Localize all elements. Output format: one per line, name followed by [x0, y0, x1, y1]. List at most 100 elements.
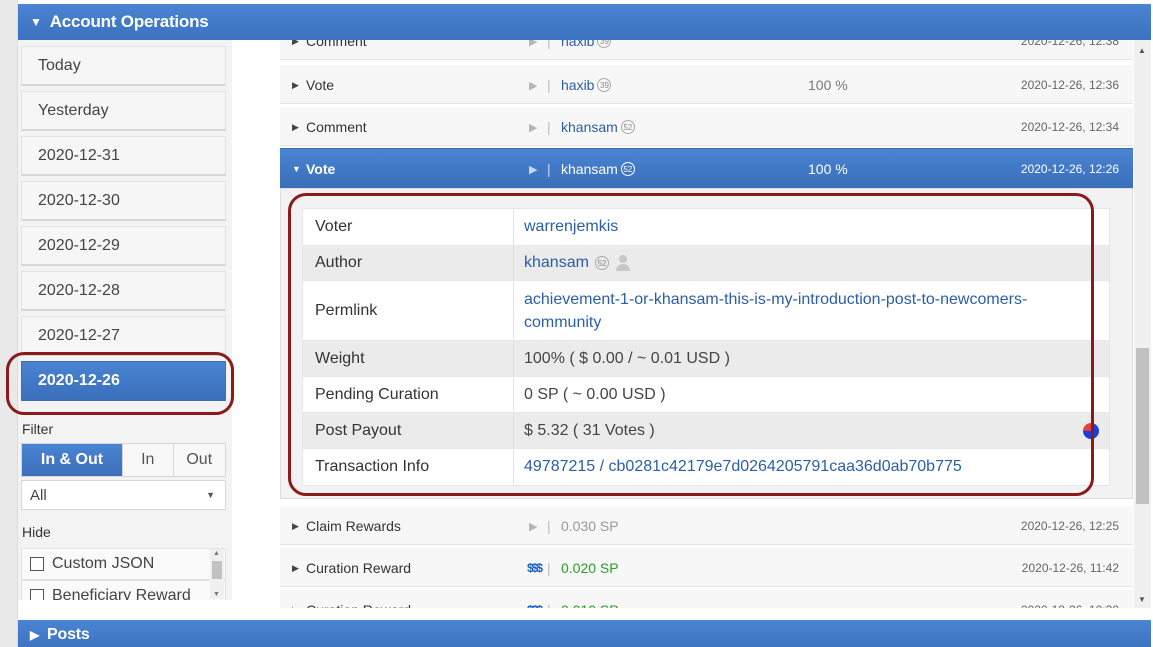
- account-name[interactable]: haxib: [561, 77, 594, 93]
- divider: |: [547, 119, 551, 135]
- hide-item-label: Custom JSON: [52, 555, 155, 572]
- operation-amount: 0.010 SP: [561, 590, 619, 608]
- caret-right-icon: ▶: [292, 121, 299, 132]
- operation-type-select[interactable]: All ▼: [21, 480, 226, 510]
- chevron-down-icon: ▼: [206, 490, 215, 500]
- reputation-badge-icon: 39: [597, 40, 612, 48]
- hide-list-scrollbar[interactable]: ▲ ▼: [210, 549, 224, 599]
- divider: |: [547, 161, 551, 177]
- operation-row[interactable]: ▶ Claim Rewards ▶ | 0.030 SP 2020-12-26,…: [280, 505, 1133, 545]
- caret-right-icon: ▶: [30, 628, 40, 642]
- operation-type: Vote: [306, 161, 336, 177]
- operation-type: Comment: [306, 119, 367, 135]
- posts-header[interactable]: ▶ Posts: [18, 620, 1151, 647]
- page: ▼ Account Operations Today Yesterday 202…: [0, 0, 1153, 647]
- hide-list: Custom JSON Beneficiary Reward: [21, 548, 226, 600]
- operation-time: 2020-12-26, 12:25: [1020, 519, 1119, 533]
- operation-amount: 0.020 SP: [561, 560, 619, 576]
- checkbox[interactable]: [30, 557, 44, 571]
- operation-row-selected[interactable]: ▼ Vote ▶ | khansam 52 100 % 2020-12-26, 1…: [280, 148, 1133, 188]
- account-name[interactable]: khansam: [561, 119, 618, 135]
- divider: |: [547, 518, 551, 534]
- account-name[interactable]: haxib: [561, 40, 594, 49]
- hide-label: Hide: [22, 524, 51, 540]
- filter-in-out-tab[interactable]: In & Out: [22, 444, 123, 476]
- operations-scrollbar[interactable]: ▲ ▼: [1134, 40, 1151, 608]
- filter-out-tab[interactable]: Out: [174, 444, 225, 476]
- date-2020-12-30[interactable]: 2020-12-30: [21, 181, 226, 221]
- highlight-ring-detail: [288, 193, 1094, 496]
- section-title: Account Operations: [49, 12, 209, 31]
- divider: |: [547, 560, 551, 576]
- date-2020-12-31[interactable]: 2020-12-31: [21, 136, 226, 176]
- highlight-ring-date: [6, 352, 234, 415]
- date-yesterday[interactable]: Yesterday: [21, 91, 226, 131]
- operation-time: 2020-12-26, 12:36: [1020, 78, 1119, 92]
- operation-type: Comment: [306, 40, 367, 49]
- caret-right-icon: ▶: [292, 520, 299, 531]
- divider: |: [547, 77, 551, 93]
- scroll-up-icon[interactable]: ▲: [213, 550, 220, 557]
- operation-amount: 0.030 SP: [561, 518, 619, 534]
- divider: |: [547, 40, 551, 49]
- account-link[interactable]: haxib 39: [561, 65, 612, 105]
- date-2020-12-28[interactable]: 2020-12-28: [21, 271, 226, 311]
- operation-time: 2020-12-26, 12:34: [1020, 120, 1119, 134]
- operation-type: Curation Reward: [306, 560, 412, 576]
- date-2020-12-27[interactable]: 2020-12-27: [21, 316, 226, 356]
- vote-percent: 100 %: [808, 161, 848, 177]
- operation-time: 2020-12-26, 11:42: [1021, 561, 1119, 575]
- account-link[interactable]: haxib 39: [561, 40, 612, 61]
- operation-row[interactable]: ▶ Vote ▶ | haxib 39 100 % 2020-12-26, 12:…: [280, 64, 1133, 104]
- caret-right-icon: ▶: [292, 40, 299, 46]
- filter-in-tab[interactable]: In: [123, 444, 174, 476]
- operation-row[interactable]: ▶ Comment ▶ | haxib 39 2020-12-26, 12:38: [280, 40, 1133, 60]
- account-name[interactable]: khansam: [561, 161, 618, 177]
- hide-item-label: Beneficiary Reward: [52, 587, 191, 600]
- operation-time: 2020-12-26, 10:30: [1021, 590, 1119, 608]
- hide-beneficiary-reward[interactable]: Beneficiary Reward: [21, 580, 226, 600]
- play-icon: ▶: [529, 163, 538, 176]
- operation-time: 2020-12-26, 12:38: [1020, 40, 1119, 48]
- operation-type: Vote: [306, 77, 335, 93]
- steem-icon: $$$: [527, 561, 543, 575]
- date-today[interactable]: Today: [21, 46, 226, 86]
- filter-label: Filter: [22, 421, 54, 437]
- reputation-badge-icon: 52: [620, 162, 635, 176]
- scroll-thumb[interactable]: [212, 561, 222, 579]
- divider: |: [547, 590, 551, 608]
- checkbox[interactable]: [30, 589, 44, 600]
- caret-down-icon: ▼: [30, 15, 42, 29]
- scroll-down-icon[interactable]: ▼: [213, 591, 220, 598]
- play-icon: ▶: [529, 121, 538, 134]
- play-icon: ▶: [529, 79, 538, 92]
- scroll-down-icon[interactable]: ▼: [1138, 595, 1146, 604]
- direction-filter: In & Out In Out: [21, 443, 226, 477]
- date-2020-12-29[interactable]: 2020-12-29: [21, 226, 226, 266]
- caret-right-icon: ▶: [292, 590, 299, 609]
- steem-icon: $$$: [527, 590, 543, 608]
- play-icon: ▶: [529, 40, 538, 48]
- operation-type: Curation Reward: [306, 590, 411, 608]
- left-rail: [0, 0, 18, 647]
- date-sidebar: Today Yesterday 2020-12-31 2020-12-30 20…: [18, 40, 232, 600]
- operation-row[interactable]: ▶ Curation Reward $$$ | 0.020 SP 2020-12…: [280, 547, 1133, 587]
- reputation-badge-icon: 39: [597, 78, 612, 92]
- operation-time: 2020-12-26, 12:26: [1020, 162, 1119, 176]
- scroll-up-icon[interactable]: ▲: [1138, 46, 1146, 55]
- account-link[interactable]: khansam 52: [561, 107, 635, 147]
- section-title: Posts: [47, 626, 90, 643]
- operation-row[interactable]: ▶ Comment ▶ | khansam 52 2020-12-26, 12:3…: [280, 106, 1133, 146]
- account-link[interactable]: khansam 52: [561, 149, 635, 189]
- hide-custom-json[interactable]: Custom JSON: [21, 548, 226, 580]
- caret-right-icon: ▶: [292, 79, 299, 90]
- select-value: All: [30, 486, 47, 504]
- operation-row[interactable]: ▶ Curation Reward $$$ | 0.010 SP 2020-12…: [280, 589, 1133, 608]
- account-operations-header[interactable]: ▼ Account Operations: [18, 4, 1151, 40]
- operation-type: Claim Rewards: [306, 518, 401, 534]
- scroll-thumb[interactable]: [1136, 348, 1149, 504]
- vote-percent: 100 %: [808, 77, 848, 93]
- play-icon: ▶: [529, 520, 538, 533]
- caret-down-icon: ▼: [292, 164, 301, 174]
- reputation-badge-icon: 52: [620, 120, 635, 134]
